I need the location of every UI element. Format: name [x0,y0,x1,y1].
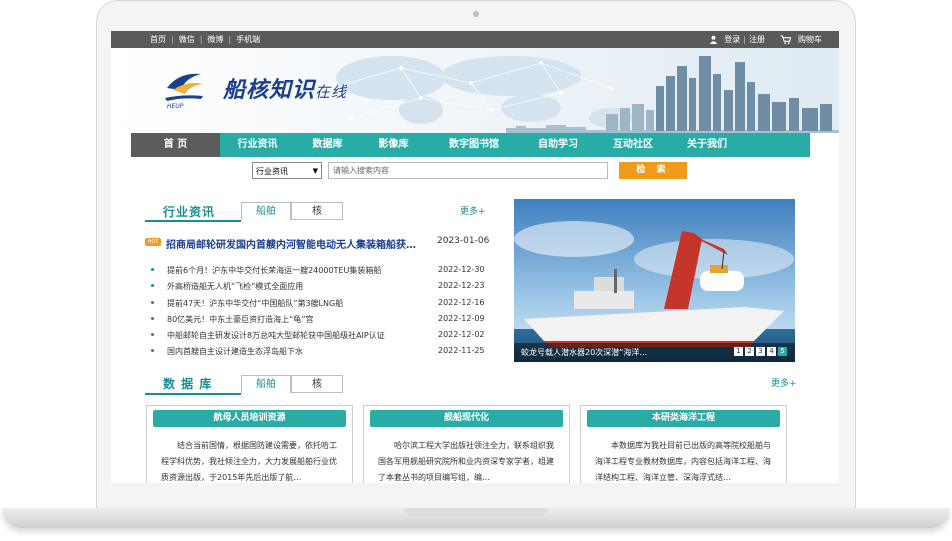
news-photo-slider[interactable]: 蛟龙号载人潜水器20次深潜“海洋… 1 2 3 4 5 [514,199,795,362]
main-nav: 首 页 行业资讯 数据库 影像库 数字图书馆 自助学习 互动社区 关于我们 [131,133,810,157]
tab-ships[interactable]: 船舶 [241,202,291,220]
news-title: 提前6个月！沪东中华交付长荣海运一艘24000TEU集装箱船 [167,266,382,275]
news-date: 2022-12-09 [438,313,485,323]
slide-page-3[interactable]: 3 [756,347,765,356]
city-skyline-graphic [506,56,839,133]
news-title: 外高桥造船无人机“飞检”模式全面应用 [167,282,304,292]
news-date: 2022-11-25 [438,346,485,356]
nav-item-home[interactable]: 首 页 [131,133,220,157]
database-card[interactable]: 航母人员培训资源 结合当前国情，根据国防建设需要，依托哈工程学科优势，我社倾注全… [146,405,353,483]
tab-db-ships[interactable]: 船舶 [241,375,291,393]
featured-news-title: 招商局邮轮研发国内首艘内河智能电动无人集装箱船获… [166,240,416,251]
card-title: 本研类海洋工程 [587,410,780,427]
nav-item-industry-news[interactable]: 行业资讯 [220,133,295,157]
list-item[interactable]: 中船邮轮自主研发设计8万总吨大型邮轮获中国船级社AIP认证 2022-12-02 [151,328,491,344]
slide-page-1[interactable]: 1 [734,347,743,356]
logo-lettering: HEUP [167,103,184,110]
camera-dot [473,11,479,17]
top-link-wechat[interactable]: 微信 [174,31,200,48]
logo-icon: HEUP [165,73,203,110]
news-date: 2022-12-02 [438,330,485,340]
card-body: 本数据库为我社目前已出版的高等院校船舶与海洋工程专业教材数据库，内容包括海洋工程… [595,441,771,482]
top-link-home[interactable]: 首页 [145,31,171,48]
list-item[interactable]: 提前47天！沪东中华交付“中国船队”第3艘LNG船 2022-12-16 [151,296,491,312]
nav-item-self-study[interactable]: 自助学习 [521,133,595,157]
database-card[interactable]: 舰船现代化 哈尔滨工程大学出版社领注全力，联系组织我国各军用舰船研究院所和业内资… [363,405,570,483]
site-name-suffix: 在线 [315,83,348,101]
industry-news-title: 行业资讯 [163,205,216,219]
laptop-base-notch [404,508,548,516]
bullet [151,349,154,353]
user-icon [710,35,718,44]
slide-page-5[interactable]: 5 [778,347,787,356]
register-link[interactable]: 注册 [746,31,768,48]
database-title: 数 据 库 [163,377,213,391]
news-list: 提前6个月！沪东中华交付长荣海运一艘24000TEU集装箱船 2022-12-30… [151,263,491,361]
login-link[interactable]: 登录 [721,31,743,48]
top-bar: 首页 | 微信 | 微博 | 手机端 登录 | 注册 购物车 [111,31,839,48]
top-link-mobile[interactable]: 手机端 [231,31,265,48]
chevron-down-icon: ▼ [312,167,318,175]
section-underline [145,220,241,222]
bullet [151,268,154,271]
ship-photo [514,199,795,362]
nav-item-database[interactable]: 数据库 [295,133,360,157]
site-logo-title[interactable]: 船核知识在线 [223,72,347,104]
news-date: 2022-12-23 [438,281,485,291]
bullet [151,316,154,320]
nav-item-image-library[interactable]: 影像库 [360,133,427,157]
cart-icon [780,35,792,44]
database-more-link[interactable]: 更多+ [771,376,797,389]
slide-caption-bar: 蛟龙号载人潜水器20次深潜“海洋… 1 2 3 4 5 [514,343,795,362]
search-category-value: 行业资讯 [256,167,288,176]
list-item[interactable]: 提前6个月！沪东中华交付长荣海运一艘24000TEU集装箱船 2022-12-30 [151,263,491,279]
bullet [151,284,154,288]
account-links: 登录 | 注册 购物车 [709,31,825,48]
news-title: 提前47天！沪东中华交付“中国船队”第3艘LNG船 [167,298,344,308]
nav-item-community[interactable]: 互动社区 [595,133,671,157]
list-item[interactable]: 80亿美元！中东土豪巨资打造海上“龟”宫 2022-12-09 [151,312,491,328]
featured-news[interactable]: HOT 招商局邮轮研发国内首艘内河智能电动无人集装箱船获… 2023-01-06 [145,236,495,251]
news-title: 国内首艘自主设计建造生态浮岛船下水 [167,347,303,357]
slide-page-4[interactable]: 4 [767,347,776,356]
bullet [151,333,154,337]
slide-caption: 蛟龙号载人潜水器20次深潜“海洋… [521,348,648,357]
search-button[interactable]: 检 索 [619,162,687,179]
list-item[interactable]: 外高桥造船无人机“飞检”模式全面应用 2022-12-23 [151,279,491,295]
industry-more-link[interactable]: 更多+ [460,204,486,217]
search-input[interactable]: 请输入搜索内容 [328,162,608,179]
card-body: 哈尔滨工程大学出版社领注全力，联系组织我国各军用舰船研究院所和业内资深专家学者，… [378,441,554,482]
card-body: 结合当前国情，根据国防建设需要，依托哈工程学科优势，我社倾注全力，大力发展船舶行… [161,441,337,482]
bullet [151,300,154,304]
top-link-weibo[interactable]: 微博 [202,31,228,48]
nav-item-about-us[interactable]: 关于我们 [671,133,743,157]
card-title: 航母人员培训资源 [153,410,346,427]
database-card[interactable]: 本研类海洋工程 本数据库为我社目前已出版的高等院校船舶与海洋工程专业教材数据库，… [580,405,787,483]
featured-news-date: 2023-01-06 [437,236,490,246]
news-title: 中船邮轮自主研发设计8万总吨大型邮轮获中国船级社AIP认证 [167,331,385,341]
tab-db-nuclear[interactable]: 核 [291,375,343,393]
news-date: 2022-12-30 [438,265,485,274]
website-screen: 首页 | 微信 | 微博 | 手机端 登录 | 注册 购物车 HEUP 船核知识… [111,31,839,483]
news-title: 80亿美元！中东土豪巨资打造海上“龟”宫 [167,314,314,324]
top-links: 首页 | 微信 | 微博 | 手机端 [145,31,265,48]
header-banner: HEUP 船核知识在线 [111,48,839,133]
slide-page-2[interactable]: 2 [745,347,754,356]
section-underline [145,393,241,395]
nav-item-digital-library[interactable]: 数字图书馆 [427,133,521,157]
slide-pager: 1 2 3 4 5 [734,347,787,356]
search-category-select[interactable]: 行业资讯 ▼ [252,162,322,179]
list-item[interactable]: 国内首艘自主设计建造生态浮岛船下水 2022-11-25 [151,344,491,360]
news-date: 2022-12-16 [438,297,485,307]
cart-link[interactable]: 购物车 [795,31,825,48]
site-name: 船核知识 [223,77,316,103]
tab-nuclear[interactable]: 核 [291,202,343,220]
card-title: 舰船现代化 [370,410,563,427]
hot-badge: HOT [145,238,161,246]
